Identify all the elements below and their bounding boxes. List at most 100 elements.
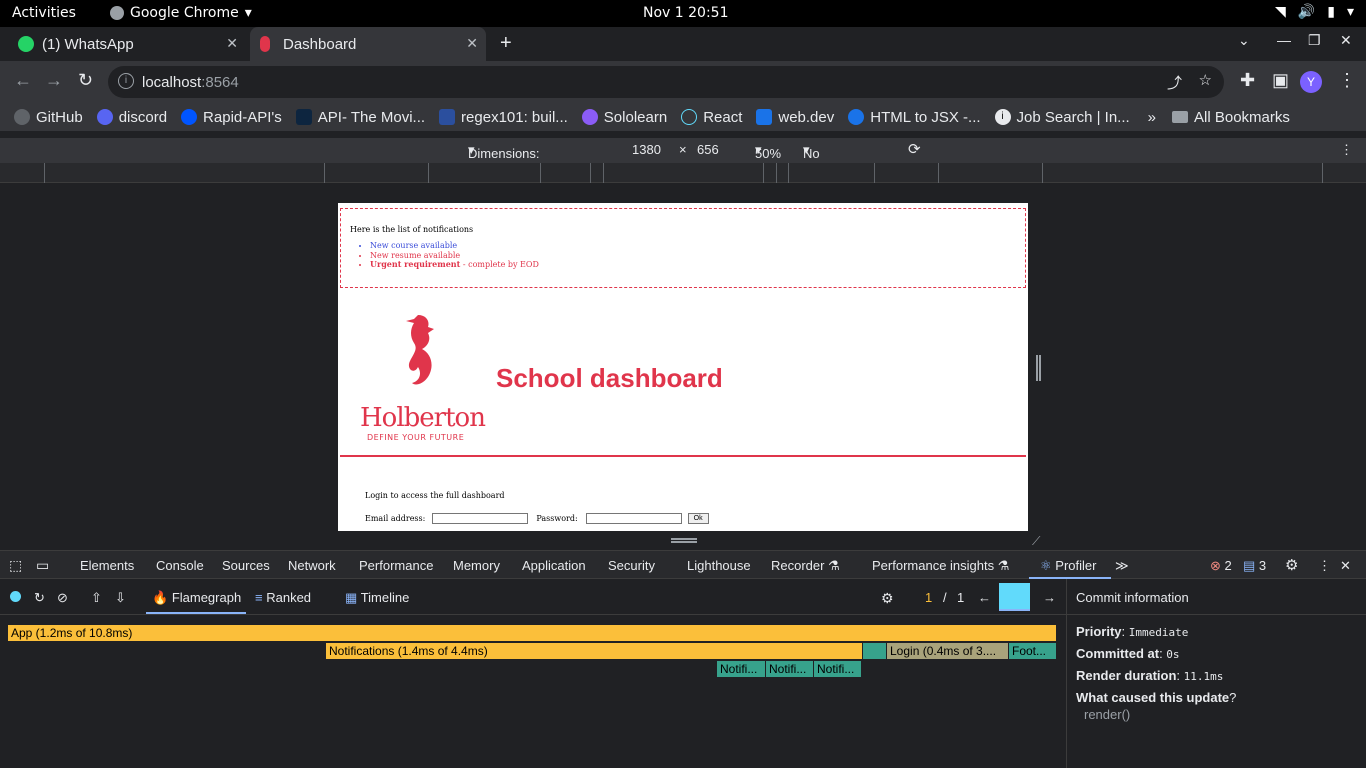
address-bar[interactable]: i localhost :8564 ⤴ ☆: [108, 66, 1224, 98]
flame-bar-notification-item[interactable]: Notifi...: [814, 661, 862, 677]
site-info-icon[interactable]: i: [118, 73, 134, 89]
menu-icon[interactable]: ⋮: [1338, 70, 1356, 91]
tab-application[interactable]: Application: [522, 558, 586, 573]
new-tab-button[interactable]: +: [500, 32, 512, 55]
avatar[interactable]: Y: [1300, 71, 1322, 93]
password-field[interactable]: [585, 513, 682, 524]
gear-icon[interactable]: ⚙: [881, 590, 894, 607]
flame-bar-header[interactable]: [863, 643, 887, 659]
tab-lighthouse[interactable]: Lighthouse: [687, 558, 751, 573]
message-count[interactable]: ▤ 3: [1243, 558, 1266, 574]
next-commit-icon[interactable]: →: [1043, 590, 1056, 605]
tab-timeline[interactable]: ▦ Timeline: [345, 590, 409, 606]
email-field[interactable]: [432, 513, 529, 524]
load-profile-icon[interactable]: ⇧: [91, 590, 102, 606]
resize-handle-right[interactable]: [1036, 355, 1041, 381]
bookmark-label: Sololearn: [603, 108, 668, 126]
error-count[interactable]: ⊗ 2: [1210, 558, 1232, 574]
tab-label: Dashboard: [283, 35, 357, 53]
notifications-list: New course available New resume availabl…: [370, 241, 1025, 270]
previous-commit-icon[interactable]: ←: [978, 590, 991, 605]
flame-bar-notifications[interactable]: Notifications (1.4ms of 4.4ms): [326, 643, 863, 659]
record-icon[interactable]: [10, 591, 21, 602]
extensions-icon[interactable]: ✚: [1240, 70, 1255, 91]
flame-bar-notification-item[interactable]: Notifi...: [717, 661, 766, 677]
more-tabs-icon[interactable]: ≫: [1115, 558, 1129, 574]
flame-bar-login[interactable]: Login (0.4ms of 3....: [887, 643, 1009, 659]
tab-console[interactable]: Console: [156, 558, 204, 573]
tab-profiler[interactable]: ⚛ Profiler: [1040, 558, 1096, 574]
close-icon[interactable]: ✕: [466, 35, 478, 52]
tab-elements[interactable]: Elements: [80, 558, 134, 573]
flask-icon: ⚗: [828, 558, 840, 573]
system-tray[interactable]: ◥ 🔊 ▮ ▾: [1275, 4, 1354, 20]
side-panel-icon[interactable]: ▣: [1272, 70, 1289, 91]
close-icon[interactable]: ✕: [1340, 558, 1351, 574]
back-icon[interactable]: ←: [14, 70, 32, 91]
devtools-tabbar: ⬚ ▭ Elements Console Sources Network Per…: [0, 550, 1366, 579]
clock[interactable]: Nov 1 20:51: [643, 5, 728, 21]
tab-performance[interactable]: Performance: [359, 558, 433, 573]
bookmark-tmdb[interactable]: API- The Movi...: [295, 109, 425, 126]
tab-search-icon[interactable]: ⌄: [1238, 32, 1250, 49]
tab-network[interactable]: Network: [288, 558, 336, 573]
tab-flamegraph[interactable]: 🔥 Flamegraph: [152, 590, 241, 606]
share-icon[interactable]: ⤴: [1167, 72, 1182, 93]
rotate-icon[interactable]: ⟳: [908, 140, 921, 158]
more-options-icon[interactable]: ⋮: [1340, 142, 1353, 158]
tab-performance-insights[interactable]: Performance insights ⚗: [872, 558, 1009, 574]
close-icon[interactable]: ✕: [226, 35, 238, 52]
bookmark-react[interactable]: React: [681, 109, 742, 126]
bookmark-regex101[interactable]: regex101: buil...: [439, 109, 568, 126]
bookmark-star-icon[interactable]: ☆: [1199, 71, 1212, 89]
tab-recorder[interactable]: Recorder ⚗: [771, 558, 840, 574]
notification-item[interactable]: New resume available: [370, 251, 1025, 261]
device-toggle-icon[interactable]: ▭: [36, 557, 49, 574]
ok-button[interactable]: Ok: [687, 513, 709, 524]
throttling-select[interactable]: No throttling ▾: [803, 142, 853, 176]
zoom-select[interactable]: 50% ▾: [755, 142, 781, 161]
holberton-logo: Holberton DEFINE YOUR FUTURE: [358, 313, 486, 445]
more-options-icon[interactable]: ⋮: [1318, 558, 1331, 574]
bookmark-webdev[interactable]: web.dev: [756, 109, 834, 126]
login-form: Email address: Password: Ok: [365, 513, 709, 524]
all-bookmarks[interactable]: All Bookmarks: [1172, 109, 1290, 126]
notification-item[interactable]: New course available: [370, 241, 1025, 251]
resize-handle-bottom[interactable]: [671, 538, 697, 543]
tab-sources[interactable]: Sources: [222, 558, 270, 573]
forward-icon[interactable]: →: [45, 70, 63, 91]
reload-profile-icon[interactable]: ↻: [34, 590, 45, 606]
reload-icon[interactable]: ↻: [78, 70, 93, 91]
bookmark-discord[interactable]: discord: [96, 109, 167, 126]
height-input[interactable]: 656: [697, 142, 719, 157]
close-window-icon[interactable]: ✕: [1340, 32, 1352, 49]
volume-icon: 🔊: [1297, 4, 1316, 20]
chevron-right-icon[interactable]: »: [1148, 109, 1156, 126]
flame-bar-app[interactable]: App (1.2ms of 10.8ms): [8, 625, 1057, 641]
flame-bar-notification-item[interactable]: Notifi...: [766, 661, 814, 677]
commit-bar[interactable]: [999, 583, 1030, 611]
resize-corner-icon[interactable]: ⟋: [1032, 534, 1040, 549]
app-menu[interactable]: Google Chrome ▾: [110, 5, 252, 21]
tab-security[interactable]: Security: [608, 558, 655, 573]
save-profile-icon[interactable]: ⇩: [115, 590, 126, 606]
inspect-icon[interactable]: ⬚: [9, 557, 22, 574]
tab-whatsapp[interactable]: (1) WhatsApp ✕: [8, 27, 246, 61]
maximize-icon[interactable]: ❐: [1308, 32, 1321, 49]
bookmark-github[interactable]: GitHub: [14, 109, 83, 126]
width-input[interactable]: 1380: [632, 142, 661, 157]
tab-ranked[interactable]: ≡ Ranked: [255, 590, 311, 605]
notification-item[interactable]: Urgent requirement - complete by EOD: [370, 259, 1025, 270]
clear-icon[interactable]: ⊘: [57, 590, 68, 606]
gear-icon[interactable]: ⚙: [1285, 556, 1298, 574]
minimize-icon[interactable]: —: [1277, 32, 1291, 48]
tab-dashboard[interactable]: Dashboard ✕: [250, 27, 486, 61]
bookmark-sololearn[interactable]: Sololearn: [581, 108, 668, 126]
bookmark-job-search[interactable]: i Job Search | In...: [994, 109, 1130, 126]
flame-bar-footer[interactable]: Foot...: [1009, 643, 1057, 659]
activities-button[interactable]: Activities: [12, 5, 76, 21]
bookmark-html-to-jsx[interactable]: HTML to JSX -...: [848, 109, 981, 126]
tab-memory[interactable]: Memory: [453, 558, 500, 573]
bookmark-rapidapi[interactable]: Rapid-API's: [181, 109, 282, 126]
dimensions-select[interactable]: Dimensions: Responsive ▾: [468, 142, 540, 176]
